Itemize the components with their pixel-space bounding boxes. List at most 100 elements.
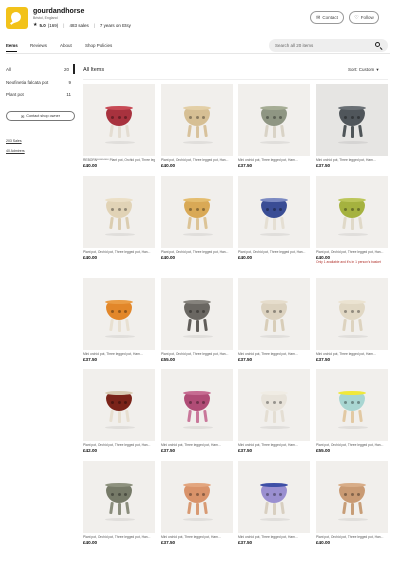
listing-photo[interactable] [83,176,155,248]
tab-reviews[interactable]: Reviews [30,43,47,48]
listing-card[interactable]: Mini orchid pot, Three legged pot, Ham..… [316,84,388,168]
listing-card[interactable]: Plant pot, Orchid pot, Three legged pot,… [83,461,155,545]
search-icon[interactable] [375,42,380,47]
pot-shadow [105,141,135,144]
category-label: All [6,66,12,72]
listing-price: £37.50 [161,448,176,453]
listing-photo[interactable] [316,278,388,350]
listing-card[interactable]: REBORN********* Plant pot, Orchid pot, T… [83,84,155,168]
listing-card[interactable]: Plant pot, Orchid pot, Three legged pot,… [238,176,310,260]
shop-logo[interactable] [6,7,28,29]
listing-title[interactable]: REBORN********* Plant pot, Orchid pot, T… [83,158,155,162]
pot-hole [344,493,347,496]
pot-hole [266,310,269,313]
pot-hole [124,493,127,496]
listing-title[interactable]: Mini orchid pot, Three legged pot, Ham..… [316,352,388,356]
listing-photo[interactable] [83,369,155,441]
listing-title[interactable]: Plant pot, Orchid pot, Three legged pot,… [83,443,155,447]
listing-title[interactable]: Mini orchid pot, Three legged pot, Ham..… [316,158,388,162]
listing-photo[interactable] [83,278,155,350]
category-all[interactable]: All 20 [6,64,75,74]
pot-leg [109,124,114,138]
listing-card[interactable]: Mini orchid pot, Three legged pot, Ham..… [238,278,310,362]
listing-title[interactable]: Plant pot, Orchid pot, Three legged pot,… [316,535,388,539]
pot-leg [273,503,276,515]
pot-body [183,300,211,320]
admirers-link[interactable]: 40 Admirers [6,149,25,153]
pot-shadow [183,518,213,521]
shop-name[interactable]: gourdandhorse [33,8,84,15]
listing-card[interactable]: Plant pot, Orchid pot, Three legged pot,… [316,369,388,453]
listing-card[interactable]: Plant pot, Orchid pot, Three legged pot,… [161,176,233,260]
listing-title[interactable]: Plant pot, Orchid pot, Three legged pot,… [161,250,233,254]
category-count: 11 [66,91,71,97]
listing-title[interactable]: Mini orchid pot, Three legged pot, Ham..… [238,352,310,356]
listing-photo[interactable] [316,461,388,533]
tab-about[interactable]: About [60,43,72,48]
listing-card[interactable]: Mini orchid pot, Three legged pot, Ham..… [238,461,310,545]
listing-title[interactable]: Mini orchid pot, Three legged pot, Ham..… [238,443,310,447]
listing-card[interactable]: Plant pot, Orchid pot, Three legged pot,… [161,278,233,362]
category-label: Plant pot [6,91,24,97]
tab-items[interactable]: Items [6,43,18,48]
listing-photo[interactable] [238,369,310,441]
listing-card[interactable]: Plant pot, Orchid pot, Three legged pot,… [83,369,155,453]
listing-card[interactable]: Mini orchid pot, Three legged pot, Ham..… [238,84,310,168]
listing-title[interactable]: Plant pot, Orchid pot, Three legged pot,… [316,443,388,447]
listing-photo[interactable] [161,84,233,156]
listing-photo[interactable] [161,461,233,533]
listing-photo[interactable] [238,84,310,156]
pot-hole [202,401,205,404]
contact-shop-owner-button[interactable]: ✉ Contact shop owner [6,111,75,121]
pot-body [260,391,288,411]
listing-photo[interactable] [316,369,388,441]
pot-shadow [260,426,290,429]
sort-dropdown[interactable]: Sort: Custom ▼ [348,67,380,72]
sales-link[interactable]: 203 Sales [6,139,22,143]
listing-photo[interactable] [238,278,310,350]
listing-photo[interactable] [161,369,233,441]
listing-card[interactable]: Mini orchid pot, Three legged pot, Ham..… [238,369,310,453]
pot-hole [195,493,199,496]
listing-photo[interactable] [238,461,310,533]
listing-title[interactable]: Plant pot, Orchid pot, Three legged pot,… [316,250,388,254]
listing-card[interactable]: Plant pot, Orchid pot, Three legged pot,… [316,176,388,265]
listing-card[interactable]: Plant pot, Orchid pot, Three legged pot,… [83,176,155,260]
listing-title[interactable]: Mini orchid pot, Three legged pot, Ham..… [161,535,233,539]
listing-title[interactable]: Plant pot, Orchid pot, Three legged pot,… [238,250,310,254]
contact-button[interactable]: ✉ Contact [310,11,344,24]
category-plant-pot[interactable]: Plant pot 11 [6,89,75,99]
pot-hole [266,208,269,211]
listing-title[interactable]: Mini orchid pot, Three legged pot, Ham..… [238,158,310,162]
listing-photo[interactable] [161,176,233,248]
listing-card[interactable]: Mini orchid pot, Three legged pot, Ham..… [83,278,155,362]
listing-photo[interactable] [316,84,388,156]
category-neofinetia[interactable]: Neofinetia falcata pot 9 [6,77,75,87]
listing-photo[interactable] [161,278,233,350]
listing-title[interactable]: Mini orchid pot, Three legged pot, Ham..… [161,443,233,447]
listing-title[interactable]: Plant pot, Orchid pot, Three legged pot,… [161,158,233,162]
listing-title[interactable]: Mini orchid pot, Three legged pot, Ham..… [83,352,155,356]
listing-card[interactable]: Mini orchid pot, Three legged pot, Ham..… [161,461,233,545]
listing-card[interactable]: Plant pot, Orchid pot, Three legged pot,… [161,84,233,168]
pot-leg [351,126,354,138]
pot-hole [117,401,121,404]
listing-photo[interactable] [238,176,310,248]
search-input[interactable]: Search all 20 items [269,39,388,52]
listing-title[interactable]: Mini orchid pot, Three legged pot, Ham..… [238,535,310,539]
listing-card[interactable]: Mini orchid pot, Three legged pot, Ham..… [161,369,233,453]
listing-title[interactable]: Plant pot, Orchid pot, Three legged pot,… [83,535,155,539]
listing-photo[interactable] [316,176,388,248]
follow-button[interactable]: ♡ Follow [349,11,379,24]
tab-shop-policies[interactable]: Shop Policies [85,43,112,48]
listing-title[interactable]: Plant pot, Orchid pot, Three legged pot,… [161,352,233,356]
listing-title[interactable]: Plant pot, Orchid pot, Three legged pot,… [83,250,155,254]
listing-card[interactable]: Plant pot, Orchid pot, Three legged pot,… [316,461,388,545]
listing-photo[interactable] [83,461,155,533]
pot-leg [273,411,276,423]
listing-photo[interactable] [83,84,155,156]
review-count[interactable]: (169) [48,23,59,28]
pot-leg [203,124,208,138]
pot-leg [264,124,269,138]
listing-card[interactable]: Mini orchid pot, Three legged pot, Ham..… [316,278,388,362]
